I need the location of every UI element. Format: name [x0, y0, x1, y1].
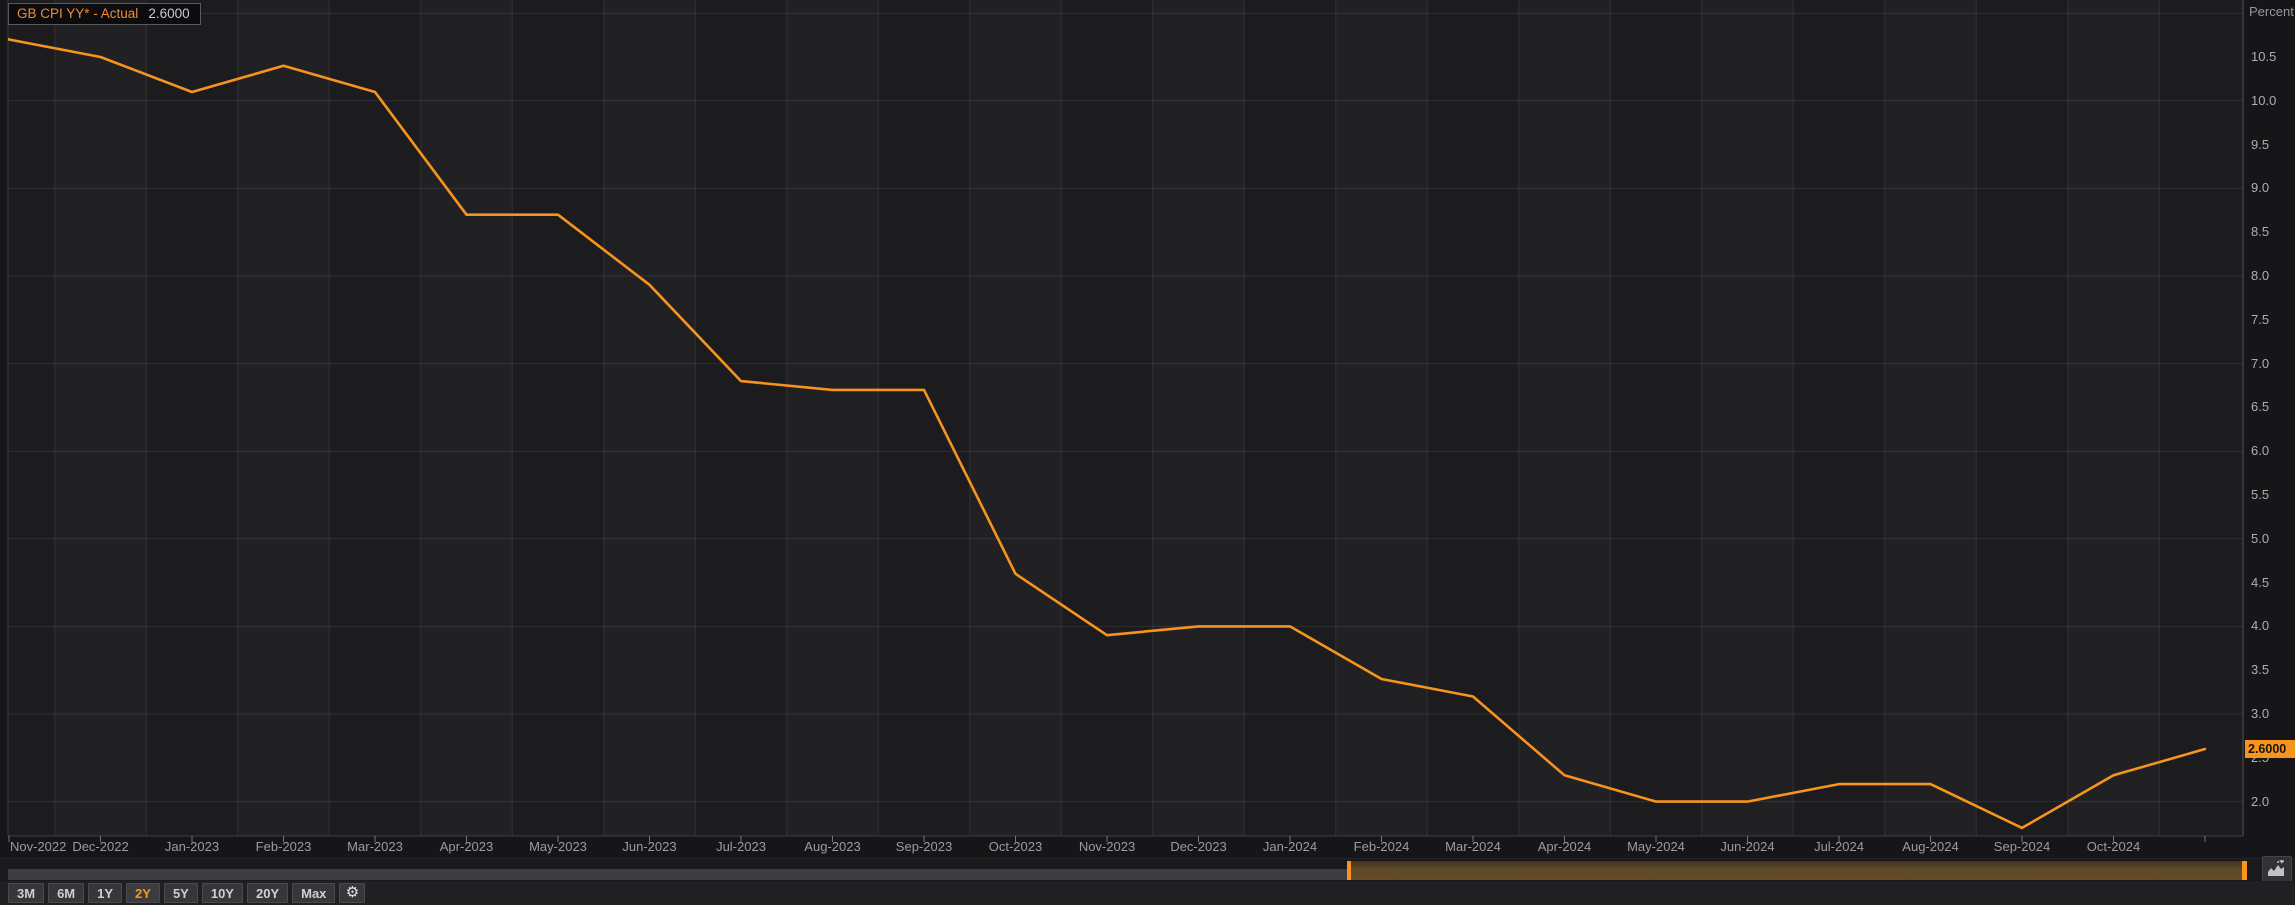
y-axis-tick-label: 4.5	[2251, 575, 2295, 590]
settings-button[interactable]: ⚙	[339, 883, 365, 903]
live-chart-icon	[2267, 860, 2287, 878]
x-axis-tick-label: Jul-2024	[1814, 839, 1864, 854]
y-axis-tick-label: 6.5	[2251, 399, 2295, 414]
range-button-max[interactable]: Max	[292, 883, 335, 903]
y-axis-tick-label: 3.5	[2251, 662, 2295, 677]
scrollbar-selected-range[interactable]	[1347, 861, 2247, 880]
scrollbar-track[interactable]	[8, 869, 1347, 880]
y-axis-tick-label: 6.0	[2251, 443, 2295, 458]
scrollbar-left-handle[interactable]	[1347, 861, 1351, 880]
range-button-5y[interactable]: 5Y	[164, 883, 198, 903]
range-button-6m[interactable]: 6M	[48, 883, 84, 903]
month-band	[421, 0, 513, 836]
y-axis-tick-label: 10.5	[2251, 49, 2295, 64]
x-axis-tick-label: Jun-2023	[622, 839, 676, 854]
series-name-label: GB CPI YY* - Actual	[17, 6, 138, 21]
x-axis-tick-label: Sep-2024	[1994, 839, 2050, 854]
x-axis-tick-label: Jan-2023	[165, 839, 219, 854]
y-axis-tick-label: 8.0	[2251, 268, 2295, 283]
y-axis-tick-label: 10.0	[2251, 93, 2295, 108]
x-axis-tick-label: Nov-2022	[10, 839, 66, 854]
month-band	[238, 0, 330, 836]
x-axis-tick-label: Feb-2023	[256, 839, 312, 854]
scrollbar-right-handle[interactable]	[2242, 861, 2247, 880]
range-button-1y[interactable]: 1Y	[88, 883, 122, 903]
y-axis-tick-label: 8.5	[2251, 224, 2295, 239]
month-band	[1153, 0, 1245, 836]
y-axis-tick-label: 9.5	[2251, 137, 2295, 152]
y-axis-tick-label: 4.0	[2251, 618, 2295, 633]
month-band	[1519, 0, 1611, 836]
range-button-20y[interactable]: 20Y	[247, 883, 288, 903]
x-axis-tick-label: Apr-2024	[1538, 839, 1591, 854]
range-button-group: 3M6M1Y2Y5Y10Y20YMax	[8, 883, 339, 903]
y-axis-tick-label: 5.0	[2251, 531, 2295, 546]
x-axis-tick-label: Jun-2024	[1720, 839, 1774, 854]
x-axis-tick-label: Feb-2024	[1354, 839, 1410, 854]
range-button-3m[interactable]: 3M	[8, 883, 44, 903]
x-axis-tick-label: Nov-2023	[1079, 839, 1135, 854]
range-toolbar: 3M6M1Y2Y5Y10Y20YMax ⚙	[0, 881, 2295, 905]
x-axis-tick-label: Jan-2024	[1263, 839, 1317, 854]
x-axis-tick-label: May-2024	[1627, 839, 1685, 854]
y-axis-tick-label: 9.0	[2251, 180, 2295, 195]
month-band	[1336, 0, 1428, 836]
y-axis-tick-label: 7.0	[2251, 356, 2295, 371]
month-band	[1885, 0, 1977, 836]
x-axis-tick-label: Dec-2022	[72, 839, 128, 854]
month-band	[604, 0, 696, 836]
x-axis-tick-label: Jul-2023	[716, 839, 766, 854]
x-axis-tick-label: Mar-2023	[347, 839, 403, 854]
chart-window: GB CPI YY* - Actual 2.6000 Percent 10.5 10…	[0, 0, 2295, 905]
range-button-2y[interactable]: 2Y	[126, 883, 160, 903]
x-axis-tick-label: Dec-2023	[1170, 839, 1226, 854]
x-axis-tick-label: Aug-2024	[1902, 839, 1958, 854]
y-axis-tick-label: 3.0	[2251, 706, 2295, 721]
series-value-label: 2.6000	[148, 6, 189, 21]
time-scrollbar[interactable]	[0, 858, 2295, 881]
y-axis-unit-label: Percent	[2249, 4, 2294, 19]
range-button-10y[interactable]: 10Y	[202, 883, 243, 903]
y-axis-tick-label: 7.5	[2251, 312, 2295, 327]
x-axis-tick-label: Aug-2023	[804, 839, 860, 854]
current-value-badge: 2.6000	[2245, 740, 2295, 758]
x-axis-tick-label: Oct-2023	[989, 839, 1042, 854]
cpi-line-chart-plot[interactable]	[0, 0, 2295, 850]
y-axis-tick-label: 2.0	[2251, 794, 2295, 809]
x-axis-tick-label: Sep-2023	[896, 839, 952, 854]
x-axis-tick-label: Apr-2023	[440, 839, 493, 854]
month-band	[787, 0, 879, 836]
x-axis-tick-label: May-2023	[529, 839, 587, 854]
month-band	[970, 0, 1062, 836]
y-axis-tick-label: 5.5	[2251, 487, 2295, 502]
x-axis-tick-label: Oct-2024	[2087, 839, 2140, 854]
gear-icon: ⚙	[346, 884, 359, 901]
month-band	[55, 0, 147, 836]
month-band	[1702, 0, 1794, 836]
month-band	[2068, 0, 2160, 836]
x-axis-tick-label: Mar-2024	[1445, 839, 1501, 854]
track-latest-data-button[interactable]	[2262, 856, 2292, 882]
legend-box[interactable]: GB CPI YY* - Actual 2.6000	[8, 3, 201, 25]
